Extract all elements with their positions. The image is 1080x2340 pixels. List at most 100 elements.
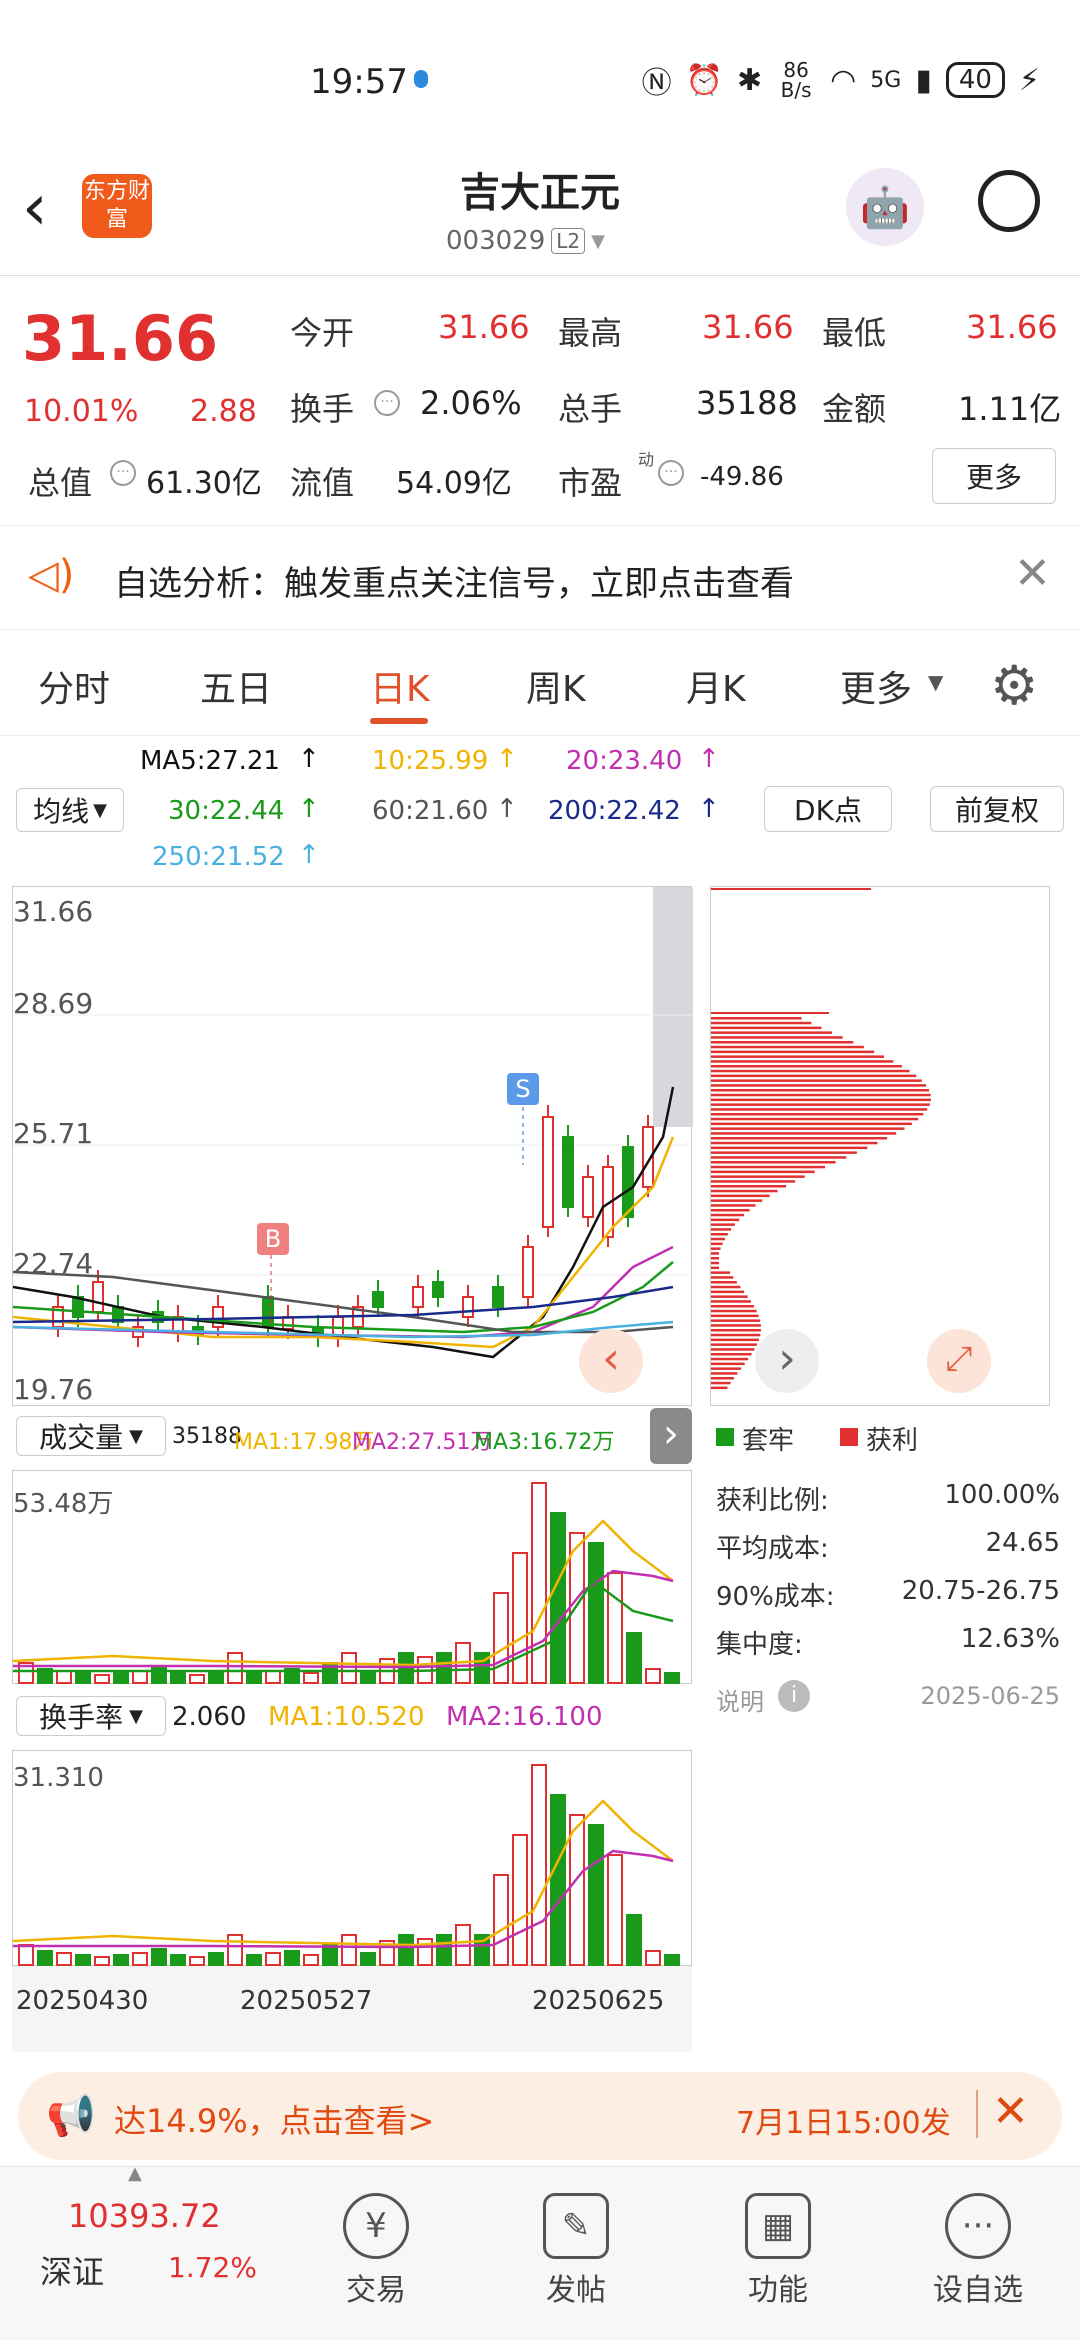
bar bbox=[360, 1670, 376, 1684]
note-label[interactable]: 说明 bbox=[716, 1682, 764, 1717]
ma200-value: 200:22.42 bbox=[548, 796, 681, 826]
chip-bar bbox=[711, 1021, 812, 1025]
chip-bar bbox=[711, 1108, 928, 1111]
adjust-button[interactable]: 前复权 bbox=[930, 786, 1064, 832]
bar bbox=[303, 1672, 319, 1684]
banner-time: 7月1日15:00发 bbox=[736, 2106, 951, 2141]
tab-intraday[interactable]: 分时 bbox=[38, 660, 110, 712]
volume-bars bbox=[18, 1482, 680, 1684]
tab-weekly-k[interactable]: 周K bbox=[526, 660, 586, 712]
chip-bar bbox=[711, 1055, 884, 1058]
divider bbox=[976, 2090, 978, 2138]
candle-body bbox=[582, 1176, 594, 1218]
next-icon[interactable]: › bbox=[755, 1329, 819, 1393]
chip-bar bbox=[711, 1247, 721, 1250]
turnover-selector[interactable]: 换手率 ▼ bbox=[16, 1696, 166, 1736]
chip-bar bbox=[711, 1185, 787, 1188]
bar bbox=[37, 1950, 53, 1966]
info-icon[interactable]: i bbox=[778, 1680, 810, 1712]
chip-bar bbox=[711, 1319, 761, 1322]
chevron-down-icon: ▼ bbox=[928, 670, 944, 694]
nav-label: 发帖 bbox=[546, 2273, 606, 2308]
more-button[interactable]: 更多 bbox=[932, 448, 1056, 504]
tab-daily-k[interactable]: 日K bbox=[370, 660, 430, 712]
promo-banner[interactable]: 📢 达14.9%，点击查看> 7月1日15:00发 ✕ bbox=[18, 2072, 1062, 2160]
candle-body bbox=[412, 1286, 424, 1308]
collapse-arrow-icon[interactable]: › bbox=[650, 1408, 692, 1464]
chip-bar bbox=[711, 1151, 857, 1154]
charging-icon: ⚡ bbox=[1018, 62, 1040, 98]
dk-point-button[interactable]: DK点 bbox=[764, 786, 892, 832]
chip-bar bbox=[711, 1194, 770, 1198]
change-amount: 2.88 bbox=[190, 394, 257, 429]
notice-text: 自选分析：触发重点关注信号，立即点击查看 bbox=[114, 564, 794, 604]
chip-bar bbox=[711, 1309, 757, 1313]
buy-marker[interactable]: B bbox=[257, 1223, 289, 1255]
status-icons: Ⓝ ⏰ ✱ 86 B/s ◠ 5G ▮ 40 ⚡ bbox=[642, 58, 1040, 102]
app-indicator-icon bbox=[414, 70, 428, 88]
bar bbox=[94, 1956, 110, 1966]
turnover-value: 2.06% bbox=[420, 384, 522, 422]
chip-bar bbox=[711, 1290, 745, 1294]
stock-code: 003029 bbox=[446, 226, 546, 256]
info-icon[interactable]: ··· bbox=[658, 460, 684, 486]
nav-add-watchlist[interactable]: ··· 设自选 bbox=[908, 2177, 1048, 2309]
bar bbox=[607, 1572, 623, 1684]
battery-icon: 40 bbox=[945, 62, 1005, 98]
stock-code-row[interactable]: 003029 L2 ▼ bbox=[446, 226, 605, 256]
expand-icon[interactable]: ⤢ bbox=[927, 1329, 991, 1393]
chip-bar bbox=[711, 1127, 905, 1130]
nav-trade[interactable]: ¥ 交易 bbox=[306, 2177, 446, 2309]
info-icon[interactable]: ··· bbox=[110, 460, 136, 486]
volume-max-label: 53.48万 bbox=[13, 1489, 114, 1519]
volume-selector[interactable]: 成交量 ▼ bbox=[16, 1416, 166, 1456]
nav-functions[interactable]: ▦ 功能 bbox=[708, 2177, 848, 2309]
chip-bar bbox=[711, 1209, 750, 1212]
bar bbox=[265, 1670, 281, 1684]
index-change: 1.72% bbox=[168, 2251, 257, 2284]
amount-label: 金额 bbox=[822, 390, 887, 428]
search-icon[interactable] bbox=[978, 170, 1040, 232]
candle-body bbox=[492, 1286, 504, 1308]
robot-avatar-icon[interactable]: 🤖 bbox=[846, 168, 924, 246]
index-value[interactable]: 10393.72 bbox=[68, 2197, 221, 2235]
kline-chart[interactable]: 31.66 28.69 25.71 22.74 19.76 B S ‹ bbox=[12, 886, 693, 1406]
index-name[interactable]: 深证 bbox=[40, 2247, 104, 2293]
megaphone-icon: 📢 bbox=[46, 2093, 96, 2139]
chip-bar bbox=[711, 1276, 734, 1279]
tab-monthly-k[interactable]: 月K bbox=[686, 660, 746, 712]
chip-bar bbox=[711, 1199, 763, 1202]
close-icon[interactable]: ✕ bbox=[992, 2086, 1029, 2137]
gear-icon[interactable]: ⚙ bbox=[990, 654, 1038, 717]
bar bbox=[550, 1794, 566, 1966]
ma-selector[interactable]: 均线 ▼ bbox=[16, 788, 124, 832]
prev-icon[interactable]: ‹ bbox=[579, 1329, 643, 1393]
bar bbox=[588, 1824, 604, 1966]
chip-row-label: 获利比例: bbox=[716, 1486, 829, 1516]
tab-five-day[interactable]: 五日 bbox=[200, 660, 272, 712]
bar bbox=[645, 1668, 661, 1684]
chip-bar bbox=[711, 1372, 738, 1375]
sell-marker[interactable]: S bbox=[507, 1073, 539, 1105]
price-label: 25.71 bbox=[13, 1117, 94, 1150]
open-label: 今开 bbox=[290, 314, 355, 352]
bar bbox=[189, 1956, 205, 1966]
pe-sup: 动 bbox=[638, 450, 655, 469]
nav-post[interactable]: ✎ 发帖 bbox=[506, 2177, 646, 2309]
chip-bar bbox=[711, 1281, 737, 1284]
nav-label: 设自选 bbox=[933, 2273, 1023, 2308]
volume-chart: 53.48万 bbox=[12, 1470, 692, 1684]
low-value: 31.66 bbox=[966, 308, 1058, 346]
info-icon[interactable]: ··· bbox=[374, 390, 400, 416]
up-arrow-icon: ↑ bbox=[698, 794, 720, 824]
chip-bar bbox=[711, 1103, 930, 1106]
high-label: 最高 bbox=[558, 314, 623, 352]
chip-row-value: 20.75-26.75 bbox=[901, 1576, 1060, 1606]
profit-legend-swatch bbox=[840, 1428, 858, 1446]
chip-distribution[interactable]: › ⤢ bbox=[710, 886, 1050, 1406]
close-icon[interactable]: ✕ bbox=[1014, 548, 1051, 599]
bar bbox=[493, 1874, 509, 1966]
analysis-notice[interactable]: ◁) 自选分析：触发重点关注信号，立即点击查看 ✕ bbox=[0, 526, 1080, 630]
up-arrow-icon: ↑ bbox=[698, 744, 720, 774]
tab-more[interactable]: 更多 bbox=[840, 660, 912, 712]
